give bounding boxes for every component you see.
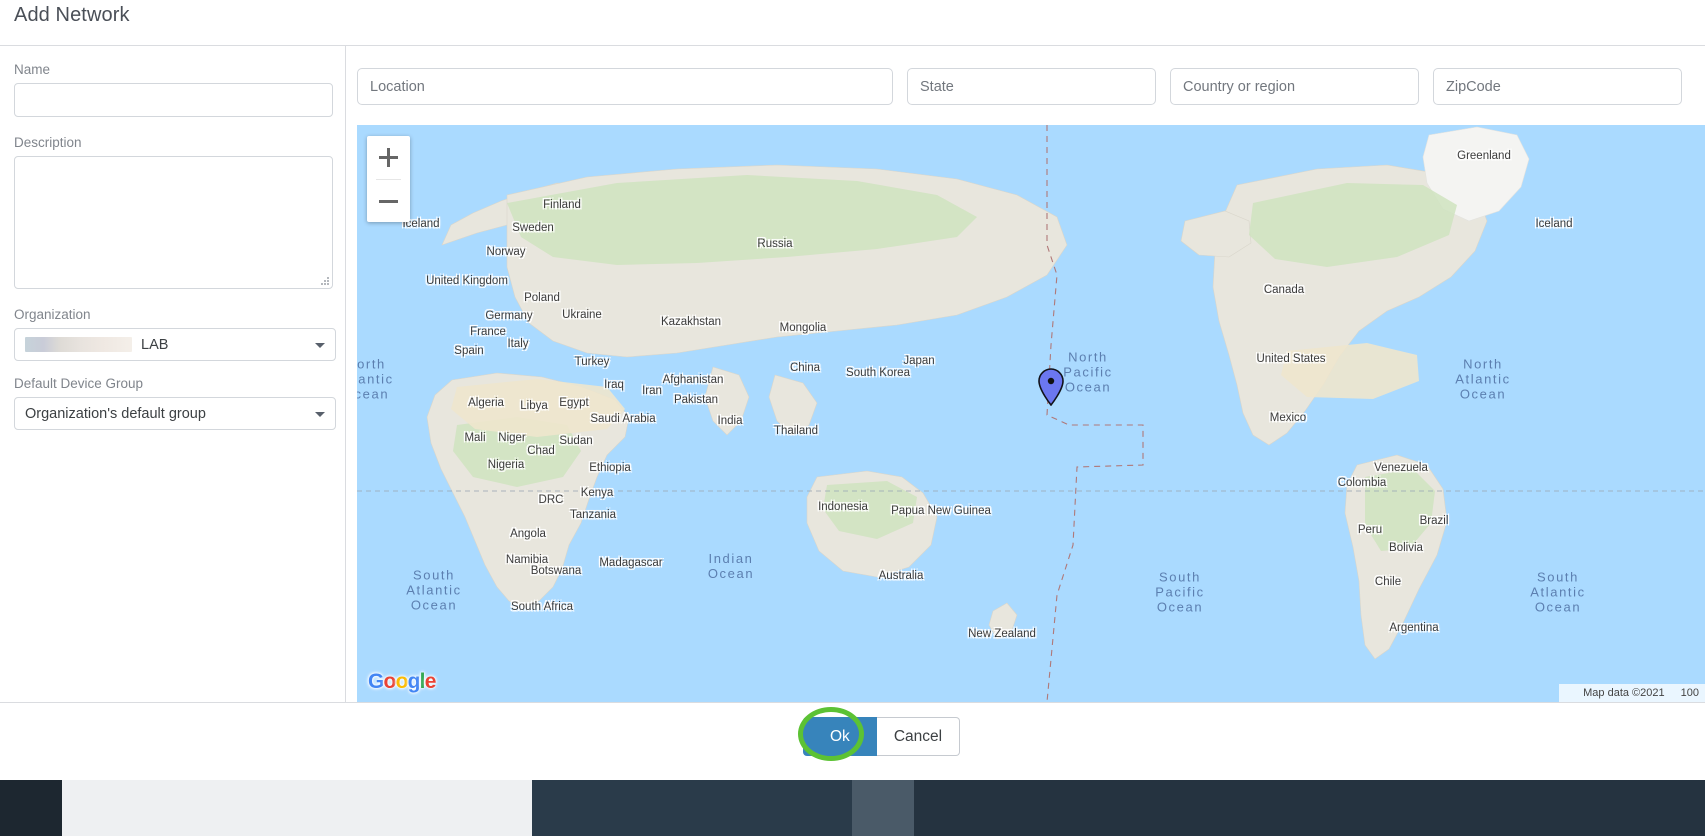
add-network-dialog: Add Network Name Description Organizatio… — [0, 0, 1705, 836]
map-zoom-controls — [367, 136, 410, 222]
dialog-action-buttons: Ok Cancel — [803, 717, 961, 756]
zoom-out-button[interactable] — [367, 180, 410, 223]
organization-select[interactable]: LAB — [14, 328, 336, 361]
location-input[interactable] — [357, 68, 893, 105]
taskbar-window-segment — [62, 780, 532, 836]
state-input[interactable] — [907, 68, 1156, 105]
organization-value: LAB — [25, 337, 168, 353]
google-logo: Google — [368, 670, 436, 693]
ok-button[interactable]: Ok — [803, 717, 877, 756]
default-device-group-value: Organization's default group — [25, 405, 206, 422]
world-map[interactable]: Google Map data ©2021 100 Greenland Icelan… — [357, 125, 1705, 702]
dialog-footer: Ok Cancel — [0, 703, 1705, 780]
map-pin-marker[interactable] — [1038, 368, 1064, 411]
taskbar-active-segment — [852, 780, 914, 836]
default-device-group-label: Default Device Group — [14, 376, 144, 391]
country-or-region-input[interactable] — [1170, 68, 1419, 105]
network-form-panel: Name Description Organization LAB Defaul… — [0, 46, 346, 702]
os-taskbar — [0, 780, 1705, 836]
redacted-text-block — [25, 337, 132, 353]
default-device-group-select[interactable]: Organization's default group — [14, 397, 336, 430]
map-canvas — [357, 125, 1705, 702]
zipcode-input[interactable] — [1433, 68, 1682, 105]
taskbar-left-segment — [0, 780, 62, 836]
description-field-wrapper — [14, 156, 333, 289]
location-search-bar — [346, 46, 1705, 125]
cancel-button[interactable]: Cancel — [876, 717, 961, 756]
page-title: Add Network — [14, 4, 130, 26]
name-input[interactable] — [14, 83, 333, 117]
map-attribution: Map data ©2021 100 — [1559, 684, 1705, 702]
zoom-in-button[interactable] — [367, 136, 410, 179]
description-label: Description — [14, 135, 82, 150]
minus-icon — [379, 200, 398, 203]
taskbar-middle-segment — [532, 780, 852, 836]
map-scale-value: 100 — [1680, 687, 1699, 699]
name-label: Name — [14, 62, 51, 77]
description-textarea[interactable] — [14, 156, 333, 289]
chevron-down-icon — [315, 411, 325, 417]
organization-label: Organization — [14, 307, 91, 322]
map-data-copyright: Map data ©2021 — [1583, 687, 1665, 699]
chevron-down-icon — [315, 342, 325, 348]
